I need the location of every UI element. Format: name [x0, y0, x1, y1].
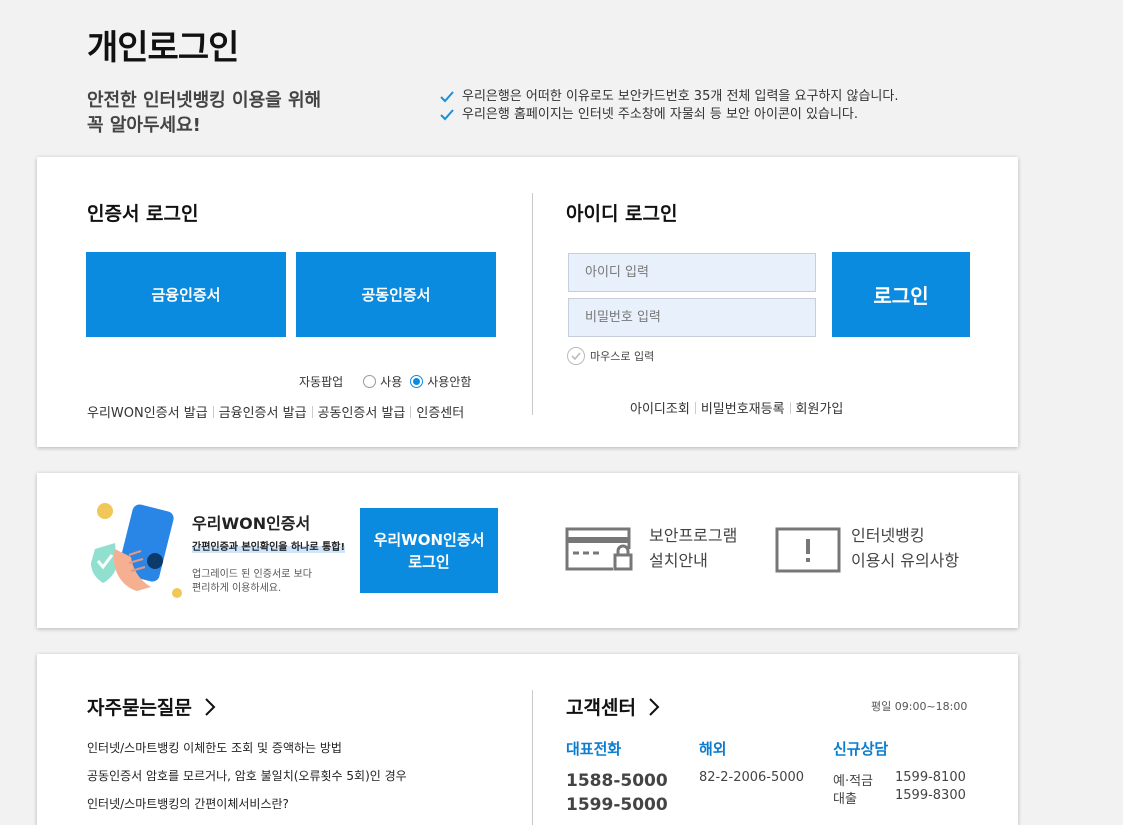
faq-card: 자주묻는질문 인터넷/스마트뱅킹 이체한도 조회 및 증액하는 방법 공동인증서… — [37, 654, 1018, 825]
caution-line2: 이용시 유의사항 — [851, 551, 960, 570]
divider — [694, 401, 696, 414]
card-lock-icon[interactable] — [565, 527, 635, 573]
faq-title-link[interactable]: 자주묻는질문 — [87, 693, 216, 720]
link-financial-cert-issue[interactable]: 금융인증서 발급 — [219, 402, 307, 421]
joint-cert-button[interactable]: 공동인증서 — [296, 252, 496, 337]
auto-popup-label: 자동팝업 — [299, 375, 344, 389]
notice-heading-line1: 안전한 인터넷뱅킹 이용을 위해 — [87, 90, 322, 111]
mouse-input-toggle[interactable]: 마우스로 입력 — [567, 347, 654, 365]
won-cert-desc-line1: 업그레이드 된 인증서로 보다 — [192, 569, 312, 580]
radio-no-use-label: 사용안함 — [427, 375, 472, 389]
phone-hand-icon — [91, 503, 182, 598]
financial-cert-button[interactable]: 금융인증서 — [86, 252, 286, 337]
id-input[interactable] — [568, 253, 816, 292]
security-program-line2: 설치안내 — [649, 551, 708, 570]
overseas-label: 해외 — [699, 740, 727, 758]
notice-item-text: 우리은행은 어떠한 이유로도 보안카드번호 35개 전체 입력을 요구하지 않습… — [462, 89, 899, 104]
won-cert-description: 업그레이드 된 인증서로 보다 편리하게 이용하세요. — [192, 568, 312, 596]
notice-list: 우리은행은 어떠한 이유로도 보안카드번호 35개 전체 입력을 요구하지 않습… — [440, 88, 898, 124]
id-login-title: 아이디 로그인 — [566, 203, 678, 225]
password-input[interactable] — [568, 298, 816, 337]
customer-center-title-link[interactable]: 고객센터 — [566, 693, 660, 720]
deposit-phone: 1599-8100 — [895, 770, 966, 785]
won-cert-desc-line2: 편리하게 이용하세요. — [192, 583, 282, 594]
divider — [311, 405, 313, 418]
page-title: 개인로그인 — [87, 28, 239, 68]
deposit-label: 예·적금 — [833, 774, 874, 789]
check-icon — [440, 91, 454, 103]
won-cert-title: 우리WON인증서 — [192, 514, 311, 533]
new-consult-label: 신규상담 — [833, 740, 889, 758]
customer-center-title: 고객센터 — [566, 697, 636, 719]
won-cert-login-button[interactable]: 우리WON인증서 로그인 — [360, 508, 498, 593]
login-button[interactable]: 로그인 — [832, 252, 970, 337]
cert-links: 우리WON인증서 발급 금융인증서 발급 공동인증서 발급 인증센터 — [87, 402, 464, 421]
faq-item[interactable]: 인터넷/스마트뱅킹의 간편이체서비스란? — [87, 795, 289, 812]
divider — [532, 690, 533, 825]
faq-item[interactable]: 인터넷/스마트뱅킹 이체한도 조회 및 증액하는 방법 — [87, 739, 342, 756]
mouse-check-icon — [567, 347, 585, 365]
notice-heading: 안전한 인터넷뱅킹 이용을 위해 꼭 알아두세요! — [87, 88, 321, 138]
loan-label: 대출 — [833, 792, 857, 807]
radio-use-label: 사용 — [380, 375, 403, 389]
won-cert-subtitle: 간편인증과 본인확인을 하나로 통합! — [192, 538, 346, 553]
divider — [532, 193, 533, 415]
won-cert-card: 우리WON인증서 간편인증과 본인확인을 하나로 통합! 업그레이드 된 인증서… — [37, 473, 1018, 628]
divider — [789, 401, 791, 414]
overseas-phone: 82-2-2006-5000 — [699, 770, 805, 785]
divider — [410, 405, 412, 418]
notice-item: 우리은행은 어떠한 이유로도 보안카드번호 35개 전체 입력을 요구하지 않습… — [440, 88, 898, 106]
main-phone-label: 대표전화 — [566, 740, 622, 758]
caution-link[interactable]: 인터넷뱅킹 이용시 유의사항 — [851, 523, 959, 573]
warning-box-icon[interactable] — [775, 527, 841, 573]
notice-heading-line2: 꼭 알아두세요! — [87, 115, 201, 136]
radio-use[interactable] — [363, 375, 377, 388]
caution-line1: 인터넷뱅킹 — [851, 526, 925, 545]
notice-item: 우리은행 홈페이지는 인터넷 주소창에 자물쇠 등 보안 아이콘이 있습니다. — [440, 106, 898, 124]
link-cert-center[interactable]: 인증센터 — [416, 402, 464, 421]
notice-item-text: 우리은행 홈페이지는 인터넷 주소창에 자물쇠 등 보안 아이콘이 있습니다. — [462, 107, 858, 122]
id-links: 아이디조회 비밀번호재등록 회원가입 — [630, 398, 843, 417]
loan-phone: 1599-8300 — [895, 788, 966, 803]
link-joint-cert-issue[interactable]: 공동인증서 발급 — [318, 402, 406, 421]
chevron-right-icon — [205, 697, 216, 716]
main-phone-2: 1599-5000 — [566, 795, 668, 815]
mouse-input-label: 마우스로 입력 — [590, 350, 655, 363]
security-program-line1: 보안프로그램 — [649, 526, 738, 545]
divider — [212, 405, 214, 418]
login-card: 인증서 로그인 금융인증서 공동인증서 자동팝업 사용 사용안함 우리WON인증… — [37, 157, 1018, 447]
chevron-right-icon — [649, 697, 660, 716]
security-program-link[interactable]: 보안프로그램 설치안내 — [649, 523, 737, 573]
won-cert-login-line2: 로그인 — [408, 552, 450, 571]
link-find-id[interactable]: 아이디조회 — [630, 398, 690, 417]
radio-no-use[interactable] — [410, 375, 424, 388]
link-won-cert-issue[interactable]: 우리WON인증서 발급 — [87, 402, 208, 421]
check-icon — [440, 109, 454, 121]
auto-popup-row: 자동팝업 사용 사용안함 — [299, 373, 471, 390]
faq-item[interactable]: 공동인증서 암호를 모르거나, 암호 불일치(오류횟수 5회)인 경우 — [87, 767, 407, 784]
faq-title: 자주묻는질문 — [87, 697, 192, 719]
link-reset-password[interactable]: 비밀번호재등록 — [701, 398, 785, 417]
cert-login-title: 인증서 로그인 — [87, 203, 199, 225]
business-hours: 평일 09:00~18:00 — [871, 700, 968, 713]
link-sign-up[interactable]: 회원가입 — [796, 398, 844, 417]
won-cert-login-line1: 우리WON인증서 — [373, 530, 485, 549]
main-phone-1: 1588-5000 — [566, 771, 668, 791]
